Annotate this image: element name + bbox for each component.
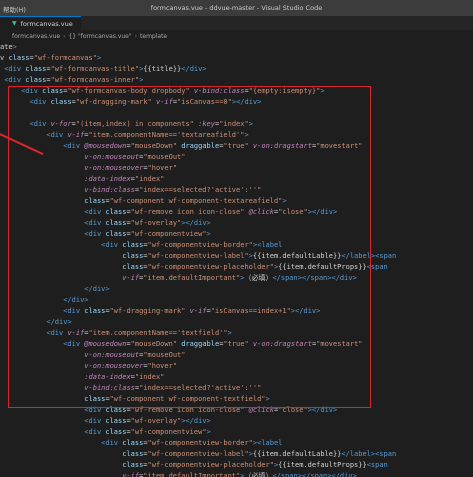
- code-line[interactable]: class="wf-component wf-component-textare…: [0, 196, 473, 207]
- code-line[interactable]: class="wf-componentview-placeholder">{{i…: [0, 262, 473, 273]
- code-line[interactable]: :data-index="index": [0, 372, 473, 383]
- chevron-right-icon: ›: [134, 32, 138, 40]
- help-menu[interactable]: 帮助(H): [3, 4, 26, 14]
- vue-file-icon: ▼: [12, 20, 17, 27]
- code-line[interactable]: v-bind:class="index==selected?'active':'…: [0, 185, 473, 196]
- code-line[interactable]: v-bind:class="index==selected?'active':'…: [0, 383, 473, 394]
- breadcrumb: formcanvas.vue › {} "formcanvas.vue" › t…: [0, 30, 473, 42]
- code-line[interactable]: ate>: [0, 42, 473, 53]
- breadcrumb-item-template[interactable]: template: [140, 33, 167, 40]
- code-line[interactable]: <div v-if="item.componentName=='textarea…: [0, 130, 473, 141]
- code-line[interactable]: v-on:mouseout="mouseOut": [0, 152, 473, 163]
- breadcrumb-item-file[interactable]: formcanvas.vue: [12, 33, 60, 40]
- code-line[interactable]: :data-index="index": [0, 174, 473, 185]
- code-line[interactable]: v-if="item.defaultImportant">（必填）</span>…: [0, 471, 473, 477]
- code-line[interactable]: v-if="item.defaultImportant">（必填）</span>…: [0, 273, 473, 284]
- code-line[interactable]: <div @mousedown="mouseDown" draggable="t…: [0, 339, 473, 350]
- code-line[interactable]: <div class="wf-formcanvas-inner">: [0, 75, 473, 86]
- code-line[interactable]: <div class="wf-formcanvas-title">{{title…: [0, 64, 473, 75]
- code-line[interactable]: <div class="wf-componentview">: [0, 427, 473, 438]
- code-line[interactable]: class="wf-componentview-placeholder">{{i…: [0, 460, 473, 471]
- chevron-right-icon: ›: [63, 32, 66, 40]
- tab-formcanvas[interactable]: ▼ formcanvas.vue: [0, 16, 81, 30]
- code-line[interactable]: </div>: [0, 317, 473, 328]
- code-line[interactable]: class="wf-componentview-label">{{item.de…: [0, 449, 473, 460]
- code-line[interactable]: </div>: [0, 295, 473, 306]
- code-line[interactable]: <div class="wf-remove icon icon-close" @…: [0, 207, 473, 218]
- code-line[interactable]: <div class="wf-dragging-mark" v-if="isCa…: [0, 306, 473, 317]
- window-title: formcanvas.vue - ddvue-master - Visual S…: [150, 4, 323, 12]
- code-line[interactable]: [0, 108, 473, 119]
- code-line[interactable]: <div class="wf-overlay"></div>: [0, 218, 473, 229]
- breadcrumb-item-component[interactable]: {} "formcanvas.vue": [68, 33, 131, 40]
- code-line[interactable]: <div class="wf-componentview-border"><la…: [0, 438, 473, 449]
- code-line[interactable]: class="wf-componentview-label">{{item.de…: [0, 251, 473, 262]
- code-line[interactable]: <div class="wf-overlay"></div>: [0, 416, 473, 427]
- code-editor[interactable]: ate> v class="wf-formcanvas"> <div class=…: [0, 42, 473, 477]
- code-line[interactable]: v class="wf-formcanvas">: [0, 53, 473, 64]
- code-line[interactable]: <div class="wf-componentview-border"><la…: [0, 240, 473, 251]
- code-line[interactable]: <div v-if="item.componentName=='textfiel…: [0, 328, 473, 339]
- code-line[interactable]: v-on:mouseover="hover": [0, 361, 473, 372]
- tab-bar: ▼ formcanvas.vue: [0, 16, 473, 30]
- code-line[interactable]: <div class="wf-dragging-mark" v-if="isCa…: [0, 97, 473, 108]
- title-bar: 帮助(H) formcanvas.vue - ddvue-master - Vi…: [0, 0, 473, 16]
- code-line[interactable]: <div @mousedown="mouseDown" draggable="t…: [0, 141, 473, 152]
- code-line[interactable]: </div>: [0, 284, 473, 295]
- code-line[interactable]: <div class="wf-componentview">: [0, 229, 473, 240]
- code-line[interactable]: <div class="wf-remove icon icon-close" @…: [0, 405, 473, 416]
- code-line[interactable]: <div class="wf-formcanvas-body dropbody"…: [0, 86, 473, 97]
- code-line[interactable]: v-on:mouseout="mouseOut": [0, 350, 473, 361]
- vscode-window: { "titlebar": { "menu": "帮助(H)", "title"…: [0, 0, 473, 477]
- code-line[interactable]: v-on:mouseover="hover": [0, 163, 473, 174]
- code-line[interactable]: class="wf-component wf-component-textfie…: [0, 394, 473, 405]
- tab-label: formcanvas.vue: [20, 19, 73, 28]
- code-line[interactable]: <div v-for="(item,index) in components" …: [0, 119, 473, 130]
